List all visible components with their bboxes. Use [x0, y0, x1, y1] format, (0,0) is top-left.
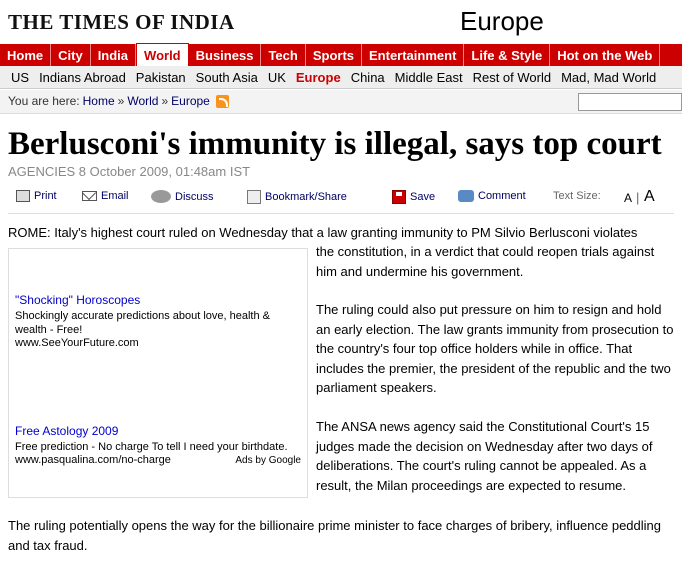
- text-size-label: Text Size:: [553, 190, 601, 202]
- comment-label: Comment: [478, 190, 526, 202]
- save-button[interactable]: Save: [392, 190, 435, 204]
- article-paragraph-3: The ANSA news agency said the Constituti…: [316, 419, 653, 493]
- ads-by-google[interactable]: Ads by Google: [235, 455, 301, 466]
- nav-india[interactable]: India: [91, 44, 137, 66]
- site-logo[interactable]: THE TIMES OF INDIA: [8, 10, 235, 35]
- email-icon: [82, 191, 97, 201]
- subnav-rest-of-world[interactable]: Rest of World: [468, 70, 557, 85]
- breadcrumb: You are here: Home » World » Europe: [8, 94, 229, 108]
- ad-description: Free prediction - No charge To tell I ne…: [15, 441, 288, 453]
- nav-sports[interactable]: Sports: [306, 44, 362, 66]
- breadcrumb-separator: »: [161, 94, 169, 108]
- bookmark-button[interactable]: Bookmark/Share: [247, 190, 347, 204]
- email-button[interactable]: Email: [82, 190, 129, 202]
- breadcrumb-prefix: You are here:: [8, 94, 80, 108]
- subnav-mad-mad-world[interactable]: Mad, Mad World: [556, 70, 661, 85]
- breadcrumb-world[interactable]: World: [127, 94, 158, 108]
- nav-life-style[interactable]: Life & Style: [464, 44, 551, 66]
- bookmark-label: Bookmark/Share: [265, 191, 347, 203]
- nav-home[interactable]: Home: [0, 44, 52, 66]
- print-icon: [16, 190, 30, 202]
- subnav-middle-east[interactable]: Middle East: [390, 70, 468, 85]
- subnav-china[interactable]: China: [346, 70, 390, 85]
- nav-city[interactable]: City: [51, 44, 91, 66]
- search-input[interactable]: [578, 93, 682, 111]
- subnav-indians-abroad[interactable]: Indians Abroad: [34, 70, 131, 85]
- discuss-button[interactable]: Discuss: [151, 190, 214, 203]
- subnav-us[interactable]: US: [6, 70, 34, 85]
- ad-item: "Shocking" Horoscopes Shockingly accurat…: [15, 291, 301, 349]
- ad-title[interactable]: Free Astology 2009: [15, 424, 118, 438]
- text-size-small-button[interactable]: A: [624, 191, 632, 205]
- save-icon: [392, 190, 406, 204]
- rss-icon[interactable]: [215, 94, 229, 108]
- article-paragraph-4: The ruling potentially opens the way for…: [8, 518, 662, 553]
- breadcrumb-home[interactable]: Home: [83, 94, 115, 108]
- nav-hot-on-the-web[interactable]: Hot on the Web: [550, 44, 661, 66]
- discuss-label: Discuss: [175, 190, 214, 203]
- subnav-uk[interactable]: UK: [263, 70, 291, 85]
- nav-business[interactable]: Business: [189, 44, 262, 66]
- text-size-separator: |: [636, 190, 640, 205]
- article-headline: Berlusconi's immunity is illegal, says t…: [8, 126, 662, 162]
- article-paragraph-1-lead: ROME: Italy's highest court ruled on Wed…: [8, 225, 638, 240]
- bookmark-icon: [247, 190, 261, 204]
- ad-box: "Shocking" Horoscopes Shockingly accurat…: [8, 248, 308, 498]
- nav-tech[interactable]: Tech: [261, 44, 306, 66]
- section-title: Europe: [460, 6, 544, 36]
- ad-url[interactable]: www.SeeYourFuture.com: [15, 337, 301, 349]
- text-size-large-button[interactable]: A: [644, 188, 655, 206]
- article-paragraph-1-rest: the constitution, in a verdict that coul…: [316, 244, 655, 279]
- comment-icon: [458, 190, 474, 202]
- print-label: Print: [34, 190, 57, 202]
- subnav-europe[interactable]: Europe: [291, 70, 346, 85]
- subnav-south-asia[interactable]: South Asia: [191, 70, 263, 85]
- main-nav: Home City India World Business Tech Spor…: [0, 43, 682, 66]
- discuss-icon: [151, 190, 171, 203]
- ad-title[interactable]: "Shocking" Horoscopes: [15, 293, 140, 307]
- subnav-pakistan[interactable]: Pakistan: [131, 70, 191, 85]
- nav-entertainment[interactable]: Entertainment: [362, 44, 465, 66]
- article-toolbar: Print Email Discuss Bookmark/Share Save …: [8, 184, 674, 214]
- article-dateline: AGENCIES 8 October 2009, 01:48am IST: [8, 164, 251, 179]
- article-paragraph-2: The ruling could also put pressure on hi…: [316, 302, 674, 395]
- breadcrumb-separator: »: [117, 94, 125, 108]
- nav-world[interactable]: World: [136, 43, 189, 66]
- sub-nav: US Indians Abroad Pakistan South Asia UK…: [0, 66, 682, 89]
- print-button[interactable]: Print: [16, 190, 57, 202]
- save-label: Save: [410, 191, 436, 203]
- comment-button[interactable]: Comment: [458, 190, 526, 202]
- breadcrumb-europe[interactable]: Europe: [171, 94, 210, 108]
- email-label: Email: [101, 190, 129, 202]
- ad-description: Shockingly accurate predictions about lo…: [15, 310, 270, 336]
